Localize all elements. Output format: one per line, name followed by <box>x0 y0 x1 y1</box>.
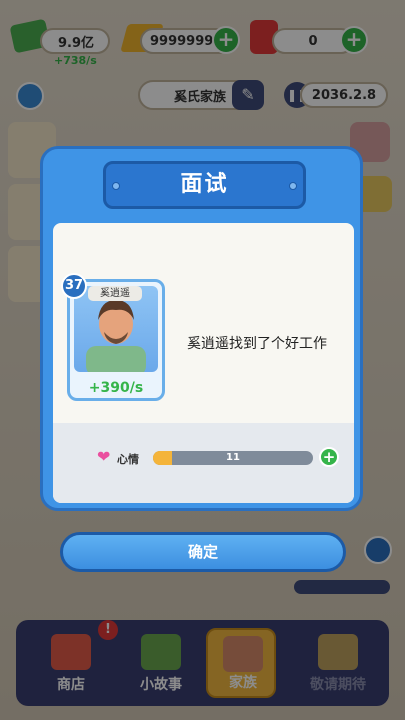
character-card: 奚逍遥 +390/s <box>67 279 165 401</box>
dialog-title-bar: 面试 <box>103 161 306 209</box>
mood-bar: 11 <box>153 451 313 465</box>
heart-icon: ❤ <box>97 447 111 466</box>
mood-label: 心情 <box>117 453 139 466</box>
character-name: 奚逍遥 <box>88 286 142 301</box>
rivet-icon <box>289 182 297 190</box>
interview-message: 奚逍遥找到了个好工作 <box>187 336 327 352</box>
mood-row: ❤ 心情 11 + <box>53 423 354 503</box>
confirm-button[interactable]: 确定 <box>60 532 346 572</box>
game-screen: 9.9亿 +738/s 99999999 + 0 + 奚氏家族 ✎ ❚❚ 203… <box>0 0 405 720</box>
dialog-title: 面试 <box>180 172 229 197</box>
interview-dialog: 面试 奚逍遥 +390/s 37 奚逍遥找到了个好工作 ❤ 心情 11 + <box>40 146 363 511</box>
add-mood-button[interactable]: + <box>319 447 339 467</box>
dialog-body: 奚逍遥 +390/s 37 奚逍遥找到了个好工作 ❤ 心情 11 + <box>53 223 354 503</box>
mood-value: 11 <box>226 452 240 463</box>
rivet-icon <box>112 182 120 190</box>
character-income: +390/s <box>88 380 144 396</box>
character-level-badge: 37 <box>61 273 87 299</box>
